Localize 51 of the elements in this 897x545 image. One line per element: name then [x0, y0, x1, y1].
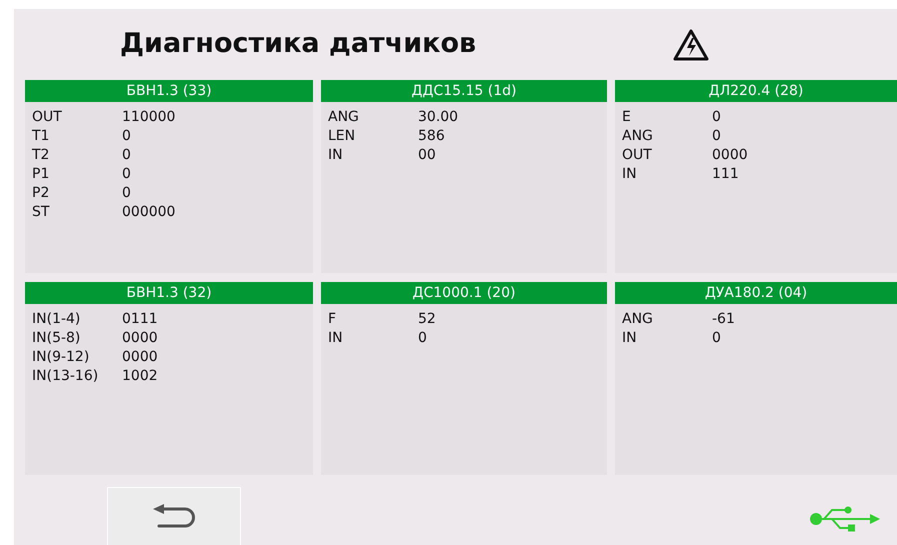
parameter-value: 52 [418, 310, 436, 329]
parameter-value: 0 [712, 127, 721, 146]
parameter-label: IN(5-8) [32, 329, 82, 348]
parameter-value: 0000 [712, 146, 748, 165]
parameter-value: 1002 [122, 367, 158, 386]
parameter-label: IN(1-4) [32, 310, 82, 329]
sensor-header: ДДС15.15 (1d) [321, 80, 607, 102]
parameter-label: OUT [622, 146, 653, 165]
parameter-label: ANG [328, 108, 360, 127]
parameter-label: OUT [32, 108, 63, 127]
parameter-label: IN [622, 329, 638, 348]
parameter-value: 586 [418, 127, 445, 146]
parameter-label: P1 [32, 165, 50, 184]
parameter-value: 0 [418, 329, 427, 348]
parameter-label: T1 [32, 127, 50, 146]
parameter-value: 0 [122, 127, 131, 146]
parameter-label: IN(13-16) [32, 367, 100, 386]
parameter-label: IN(9-12) [32, 348, 90, 367]
parameter-value: 0111 [122, 310, 158, 329]
parameter-label: IN [622, 165, 638, 184]
parameter-value: 0 [122, 146, 131, 165]
parameter-label: LEN [328, 127, 356, 146]
parameter-value: 111 [712, 165, 739, 184]
parameter-value: 110000 [122, 108, 176, 127]
parameter-label: ANG [622, 127, 654, 146]
parameter-value: 00 [418, 146, 436, 165]
parameter-label: P2 [32, 184, 50, 203]
parameter-value: 0 [712, 329, 721, 348]
parameter-label: IN [328, 146, 344, 165]
high-voltage-warning-icon [673, 29, 709, 61]
parameter-value: 30.00 [418, 108, 458, 127]
parameter-value: -61 [712, 310, 735, 329]
parameter-value: 0000 [122, 348, 158, 367]
page-title: Диагностика датчиков [120, 27, 476, 62]
parameter-value: 0 [122, 184, 131, 203]
parameter-label: ST [32, 203, 50, 222]
parameter-value: 0 [122, 165, 131, 184]
back-button[interactable] [107, 487, 241, 545]
parameter-label: T2 [32, 146, 50, 165]
sensor-header: ДС1000.1 (20) [321, 282, 607, 304]
sensor-header: ДУА180.2 (04) [615, 282, 897, 304]
sensor-header: БВН1.3 (32) [25, 282, 313, 304]
parameter-value: 000000 [122, 203, 176, 222]
sensor-header: ДЛ220.4 (28) [615, 80, 897, 102]
parameter-label: ANG [622, 310, 654, 329]
parameter-value: 0 [712, 108, 721, 127]
sensor-header: БВН1.3 (33) [25, 80, 313, 102]
parameter-value: 0000 [122, 329, 158, 348]
parameter-label: F [328, 310, 338, 329]
parameter-label: IN [328, 329, 344, 348]
parameter-label: E [622, 108, 632, 127]
